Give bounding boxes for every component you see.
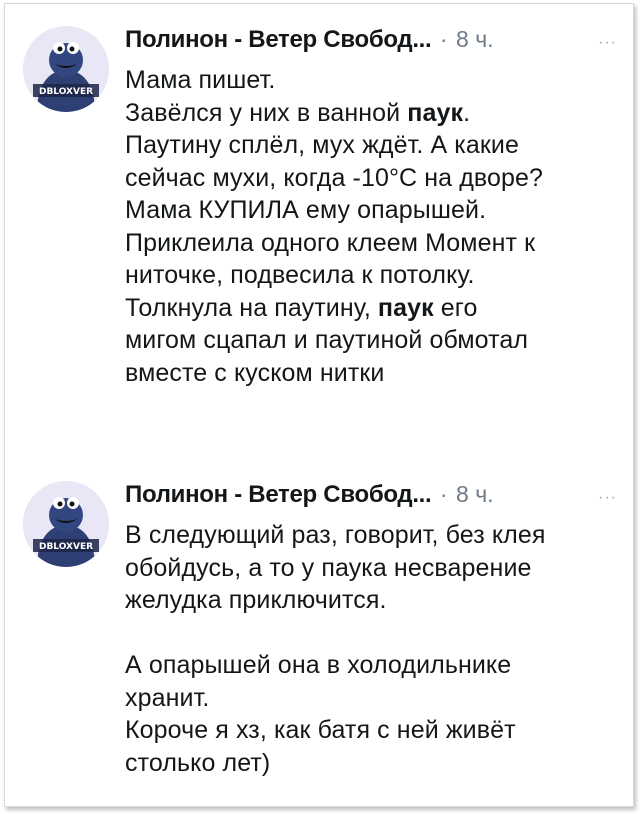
text-segment: Приклеила одного клеем Момент к <box>125 228 536 257</box>
text-segment: Мама КУПИЛА ему опарышей. <box>125 196 487 224</box>
cookie-monster-avatar-icon: DBLOXVER <box>23 26 109 112</box>
more-options-icon[interactable]: ··· <box>598 489 617 507</box>
text-segment: А опарышей она в холодильнике <box>125 651 512 679</box>
text-segment: Короче я хз, как батя с ней живёт <box>125 716 516 744</box>
text-line: В следующий раз, говорит, без клея <box>125 519 615 552</box>
text-segment: желудка приключится. <box>125 586 387 614</box>
author-name[interactable]: Полинон - Ветер Свобод... <box>125 481 432 508</box>
cookie-monster-avatar-icon: DBLOXVER <box>23 481 109 567</box>
separator-dot: · <box>439 481 448 507</box>
more-options-icon[interactable]: ··· <box>598 34 617 52</box>
text-segment: Паутину сплёл, мух ждёт. А какие <box>125 131 519 159</box>
tweet-text: В следующий раз, говорит, без клея обойду… <box>125 519 615 779</box>
text-line: столько лет) <box>125 747 615 780</box>
text-segment: сейчас мухи, когда -10°С на дворе? <box>125 163 544 192</box>
timestamp[interactable]: 8 ч. <box>456 26 494 52</box>
text-segment: ниточке, подвесила к потолку. <box>125 261 475 289</box>
text-line: А опарышей она в холодильнике <box>125 649 615 682</box>
text-line: хранит. <box>125 682 615 715</box>
text-line: Приклеила одного клеем Момент к <box>125 227 615 260</box>
author-name[interactable]: Полинон - Ветер Свобод... <box>125 26 432 53</box>
avatar[interactable]: DBLOXVER <box>23 481 109 567</box>
text-line: Мама КУПИЛА ему опарышей. <box>125 194 615 227</box>
text-segment: обойдусь, а то у паука несварение <box>125 553 532 582</box>
text-line: Толкнула на паутину, паук его <box>125 292 615 325</box>
text-line: сейчас мухи, когда -10°С на дворе? <box>125 162 615 195</box>
tweet-header: Полинон - Ветер Свобод... · 8 ч. ··· <box>125 26 633 62</box>
bold-keyword: паук <box>377 293 434 322</box>
text-line: Завёлся у них в ванной паук. <box>125 97 615 130</box>
bold-keyword: паук <box>407 98 464 127</box>
text-segment: . <box>463 98 471 127</box>
text-line: Короче я хз, как батя с ней живёт <box>125 714 615 747</box>
avatar[interactable]: DBLOXVER <box>23 26 109 112</box>
text-segment: Толкнула на паутину, <box>125 293 378 322</box>
text-segment: вместе с куском нитки <box>125 358 385 387</box>
text-line: Паутину сплёл, мух ждёт. А какие <box>125 129 615 162</box>
text-line: Мама пишет. <box>125 64 615 97</box>
avatar-caption: DBLOXVER <box>39 87 93 97</box>
text-segment: В следующий раз, говорит, без клея <box>125 521 546 549</box>
tweet-text: Мама пишет. Завёлся у них в ванной паук. П… <box>125 64 615 389</box>
text-segment: столько лет) <box>125 748 271 777</box>
text-segment: Завёлся у них в ванной <box>125 98 408 127</box>
text-line: желудка приключится. <box>125 584 615 617</box>
timestamp[interactable]: 8 ч. <box>456 481 494 507</box>
text-line: обойдусь, а то у паука несварение <box>125 552 615 585</box>
text-segment: Мама пишет. <box>125 66 276 94</box>
text-segment: хранит. <box>125 683 210 712</box>
text-segment: его <box>433 293 478 322</box>
tweet-header: Полинон - Ветер Свобод... · 8 ч. ··· <box>125 481 633 517</box>
text-line: вместе с куском нитки <box>125 357 615 390</box>
screenshot-frame: DBLOXVER Полинон - Ветер Свобод... · 8 ч… <box>4 3 634 807</box>
separator-dot: · <box>439 26 448 52</box>
text-line: ниточке, подвесила к потолку. <box>125 259 615 292</box>
text-segment: мигом сцапал и паутиной обмотал <box>125 326 529 354</box>
text-line: мигом сцапал и паутиной обмотал <box>125 324 615 357</box>
avatar-caption: DBLOXVER <box>39 542 93 552</box>
